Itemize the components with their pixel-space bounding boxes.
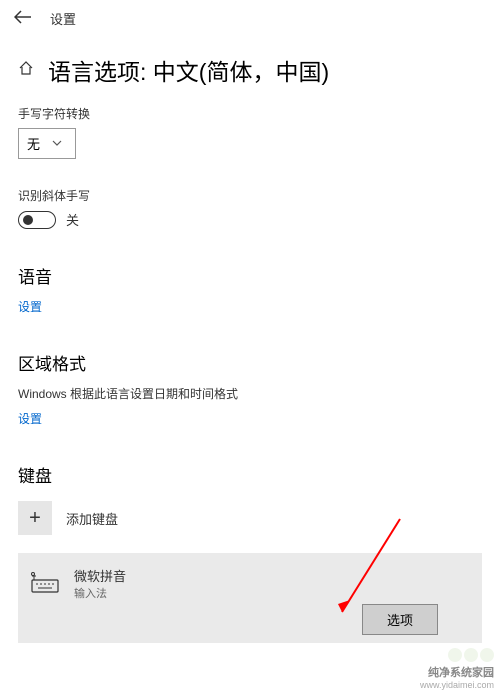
back-button[interactable] [14, 8, 32, 29]
options-button[interactable]: 选项 [362, 604, 438, 635]
toggle-knob [23, 215, 33, 225]
italic-handwriting-toggle[interactable] [18, 211, 56, 229]
keyboard-item[interactable]: 微软拼音 输入法 选项 [18, 553, 482, 643]
handwriting-conversion-dropdown[interactable]: 无 [18, 128, 76, 159]
dropdown-value: 无 [27, 134, 40, 153]
keyboard-heading: 键盘 [18, 462, 482, 487]
chevron-down-icon [52, 138, 62, 149]
add-keyboard-label: 添加键盘 [66, 509, 118, 528]
keyboard-item-name: 微软拼音 [74, 566, 126, 585]
add-keyboard-button[interactable]: + 添加键盘 [18, 501, 482, 535]
plus-icon: + [18, 501, 52, 535]
region-description: Windows 根据此语言设置日期和时间格式 [18, 385, 482, 402]
handwriting-conversion-label: 手写字符转换 [18, 105, 482, 122]
italic-handwriting-label: 识别斜体手写 [18, 187, 482, 204]
keyboard-item-subtitle: 输入法 [74, 585, 126, 601]
region-heading: 区域格式 [18, 350, 482, 375]
toggle-state-label: 关 [66, 210, 79, 229]
keyboard-icon [30, 572, 60, 594]
app-title: 设置 [50, 9, 76, 28]
watermark: 纯净系统家园 www.yidaimei.com [420, 648, 494, 690]
speech-settings-link[interactable]: 设置 [18, 298, 42, 315]
region-settings-link[interactable]: 设置 [18, 410, 42, 427]
watermark-text: 纯净系统家园 [420, 664, 494, 680]
watermark-url: www.yidaimei.com [420, 680, 494, 690]
page-title: 语言选项: 中文(简体，中国) [48, 53, 329, 87]
home-icon[interactable] [18, 60, 34, 81]
speech-heading: 语音 [18, 263, 482, 288]
watermark-logo-icon [420, 648, 494, 662]
